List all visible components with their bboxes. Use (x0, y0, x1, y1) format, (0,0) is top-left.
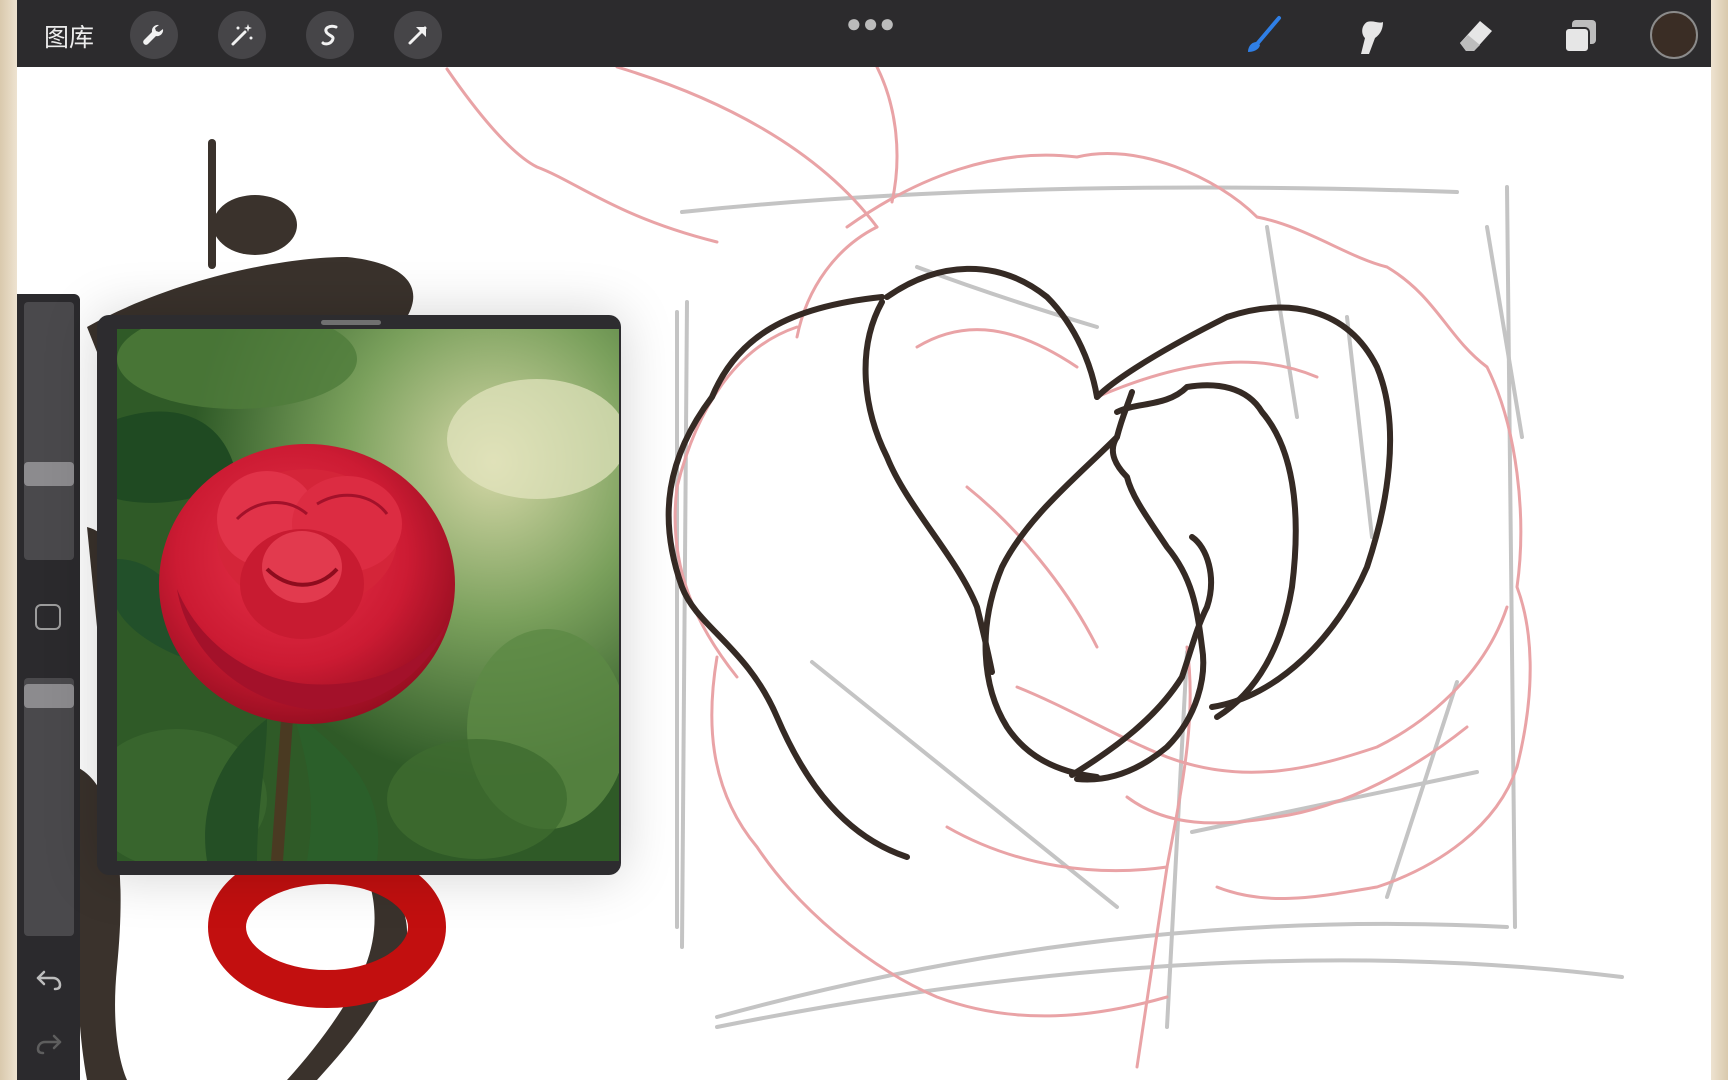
transform-button[interactable] (394, 11, 442, 59)
left-sidebar (17, 294, 80, 1080)
undo-button[interactable] (33, 964, 65, 996)
actions-button[interactable] (130, 11, 178, 59)
undo-icon (36, 970, 62, 991)
top-toolbar: 图库 ●●● (17, 0, 1711, 67)
gallery-button[interactable]: 图库 (44, 18, 94, 54)
guide-strokes (675, 185, 1624, 1029)
wrench-icon (143, 24, 164, 45)
reference-drag-handle[interactable] (321, 320, 381, 325)
smudge-icon (1361, 21, 1383, 54)
eraser-tool-button[interactable] (1449, 10, 1501, 62)
procreate-app: 图库 ●●● (17, 0, 1711, 1080)
brush-size-slider[interactable] (24, 302, 74, 560)
opacity-thumb[interactable] (24, 684, 74, 708)
reference-window[interactable] (97, 315, 621, 875)
opacity-slider[interactable] (24, 678, 74, 936)
paper-frame-right (1710, 0, 1728, 1080)
selection-button[interactable] (306, 11, 354, 59)
brush-tool-button[interactable] (1237, 10, 1289, 62)
color-picker-button[interactable] (1650, 11, 1698, 59)
paper-frame-left (0, 0, 18, 1080)
reference-photo (117, 329, 619, 861)
red-camellia-photo (117, 329, 619, 861)
brush-size-thumb[interactable] (24, 462, 74, 486)
magic-wand-icon (231, 24, 253, 46)
smudge-tool-button[interactable] (1343, 10, 1395, 62)
ink-strokes (665, 265, 1394, 860)
modify-square-icon[interactable] (35, 604, 61, 630)
selection-icon (321, 24, 338, 46)
layers-icon (1564, 20, 1596, 53)
redo-icon (36, 1034, 62, 1055)
eraser-icon (1460, 21, 1492, 51)
layers-button[interactable] (1555, 10, 1607, 62)
more-options-handle[interactable]: ●●● (846, 8, 896, 39)
adjustments-button[interactable] (218, 11, 266, 59)
redo-button[interactable] (33, 1028, 65, 1060)
transform-arrow-icon (408, 26, 427, 45)
brush-icon (1248, 16, 1281, 52)
